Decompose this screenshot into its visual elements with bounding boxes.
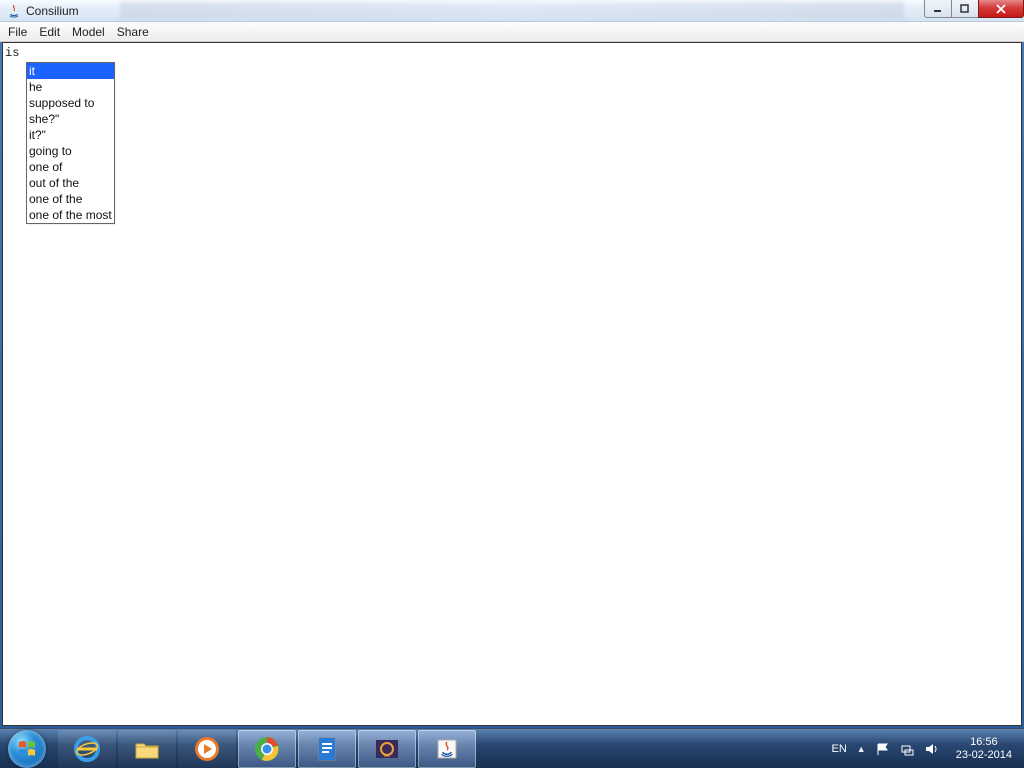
taskbar-java-app[interactable] bbox=[418, 730, 476, 768]
java-icon bbox=[432, 734, 462, 764]
maximize-button[interactable] bbox=[951, 0, 979, 18]
window-titlebar: Consilium bbox=[0, 0, 1024, 22]
autocomplete-item[interactable]: out of the bbox=[27, 175, 114, 191]
autocomplete-popup: it he supposed to she?" it?" going to on… bbox=[26, 62, 115, 224]
autocomplete-item[interactable]: it bbox=[27, 63, 114, 79]
editor-text: is bbox=[3, 44, 21, 62]
aero-blur-bg bbox=[120, 2, 904, 20]
window-title: Consilium bbox=[26, 4, 79, 18]
editor-area[interactable]: is bbox=[2, 42, 1022, 726]
clock[interactable]: 16:56 23-02-2014 bbox=[948, 736, 1020, 762]
network-icon[interactable] bbox=[900, 742, 914, 756]
folder-icon bbox=[132, 734, 162, 764]
taskbar-explorer[interactable] bbox=[118, 730, 176, 768]
menu-file[interactable]: File bbox=[2, 23, 33, 41]
taskbar-eclipse[interactable]: IDE bbox=[358, 730, 416, 768]
taskbar-chrome[interactable] bbox=[238, 730, 296, 768]
ie-icon bbox=[72, 734, 102, 764]
window-controls bbox=[925, 0, 1024, 20]
autocomplete-item[interactable]: one of the bbox=[27, 191, 114, 207]
autocomplete-item[interactable]: she?" bbox=[27, 111, 114, 127]
flag-icon[interactable] bbox=[876, 742, 890, 756]
tray-overflow-icon[interactable]: ▲ bbox=[857, 744, 866, 754]
autocomplete-item[interactable]: going to bbox=[27, 143, 114, 159]
start-button[interactable] bbox=[0, 729, 54, 768]
close-button[interactable] bbox=[978, 0, 1024, 18]
svg-text:IDE: IDE bbox=[384, 753, 391, 758]
autocomplete-item[interactable]: one of the most bbox=[27, 207, 114, 223]
chrome-icon bbox=[252, 734, 282, 764]
clock-date: 23-02-2014 bbox=[956, 749, 1012, 762]
autocomplete-item[interactable]: one of bbox=[27, 159, 114, 175]
menu-model[interactable]: Model bbox=[66, 23, 111, 41]
media-player-icon bbox=[192, 734, 222, 764]
volume-icon[interactable] bbox=[924, 742, 938, 756]
taskbar-libreoffice[interactable] bbox=[298, 730, 356, 768]
menu-bar: File Edit Model Share bbox=[0, 22, 1024, 42]
taskbar-pinned: IDE bbox=[58, 730, 476, 768]
taskbar: IDE EN ▲ bbox=[0, 728, 1024, 768]
autocomplete-item[interactable]: he bbox=[27, 79, 114, 95]
windows-logo-icon bbox=[17, 739, 37, 759]
taskbar-ie[interactable] bbox=[58, 730, 116, 768]
java-app-icon bbox=[6, 3, 22, 19]
menu-edit[interactable]: Edit bbox=[33, 23, 66, 41]
clock-time: 16:56 bbox=[956, 736, 1012, 749]
document-icon bbox=[312, 734, 342, 764]
language-indicator[interactable]: EN bbox=[832, 743, 847, 755]
taskbar-media-player[interactable] bbox=[178, 730, 236, 768]
autocomplete-item[interactable]: it?" bbox=[27, 127, 114, 143]
minimize-button[interactable] bbox=[924, 0, 952, 18]
menu-share[interactable]: Share bbox=[111, 23, 155, 41]
system-tray: EN ▲ 16:56 23-02-2014 bbox=[832, 729, 1024, 768]
autocomplete-item[interactable]: supposed to bbox=[27, 95, 114, 111]
eclipse-ide-icon: IDE bbox=[372, 734, 402, 764]
